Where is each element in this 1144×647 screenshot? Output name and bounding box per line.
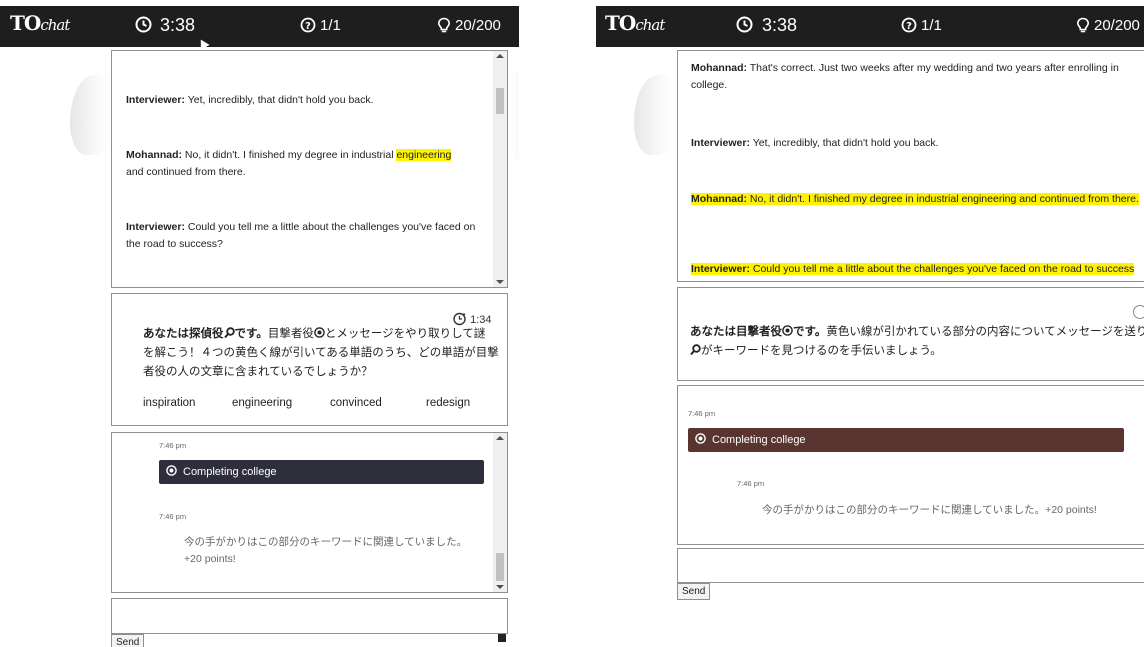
stopwatch-icon xyxy=(453,312,466,326)
transcript-message: Mohannad: No, it didn't. I finished my d… xyxy=(126,149,452,178)
silhouette-decoration xyxy=(508,72,519,162)
svg-text:?: ? xyxy=(906,21,912,32)
message-timestamp: 7:46 pm xyxy=(737,479,765,488)
message-timestamp: 7:46 pm xyxy=(159,512,187,521)
scroll-up-arrow[interactable] xyxy=(496,54,504,58)
chat-panel[interactable]: 7:46 pm Completing college 7:46 pm 今の手がか… xyxy=(111,432,508,593)
turn-counter: 1/1 xyxy=(320,17,341,34)
task-timer: 1:34 xyxy=(452,311,491,326)
eye-icon xyxy=(166,465,177,476)
question-icon: ? xyxy=(899,17,917,35)
timer-display: 3:38 xyxy=(762,15,798,35)
stopwatch-icon xyxy=(1133,305,1144,319)
message-timestamp: 7:46 pm xyxy=(159,441,187,450)
clue-message: Completing college xyxy=(159,460,484,484)
transcript-message: Interviewer: Could you tell me a little … xyxy=(691,263,1135,275)
send-button[interactable]: Send xyxy=(677,583,711,600)
question-icon: ? xyxy=(298,17,316,35)
resize-grip-icon[interactable] xyxy=(498,634,506,642)
transcript-message: Interviewer: Yet, incredibly, that didn'… xyxy=(691,137,939,149)
chat-scrollbar[interactable] xyxy=(493,433,507,592)
scroll-down-arrow[interactable] xyxy=(496,280,504,284)
system-reply: 今の手がかりはこの部分のキーワードに関連していました。+20 points! xyxy=(184,536,468,565)
scroll-thumb[interactable] xyxy=(496,88,504,114)
send-button[interactable]: Send xyxy=(111,634,145,647)
eye-icon xyxy=(782,325,793,336)
word-option[interactable]: engineering xyxy=(232,397,292,409)
magnifier-icon xyxy=(223,327,235,339)
clue-message: Completing college xyxy=(688,428,1124,452)
top-bar: TOchat 3:38 ? 1/1 20/200 xyxy=(596,6,1144,47)
word-option[interactable]: convinced xyxy=(330,397,382,409)
transcript-message: Mohannad: No, it didn't. I finished my d… xyxy=(691,193,1139,205)
silhouette-decoration xyxy=(634,75,674,155)
transcript-message: Mohannad: That's correct. Just two weeks… xyxy=(691,62,1119,91)
scroll-thumb[interactable] xyxy=(496,553,504,581)
task-panel: あなたは目撃者役 です。黄色い線が引かれている部分の内容についてメッセージを送り、… xyxy=(677,287,1144,381)
timer-display: 3:38 xyxy=(160,15,196,35)
message-timestamp: 7:46 pm xyxy=(688,409,716,418)
scroll-down-arrow[interactable] xyxy=(496,585,504,589)
eye-icon xyxy=(695,433,706,444)
word-option[interactable]: inspiration xyxy=(143,397,195,409)
silhouette-decoration xyxy=(70,75,110,155)
highlighted-keyword: engineering xyxy=(396,149,452,161)
app-logo: TOchat xyxy=(10,11,70,35)
mouse-cursor xyxy=(196,37,210,50)
system-reply: 今の手がかりはこの部分のキーワードに関連していました。+20 points! xyxy=(762,504,1097,516)
svg-text:?: ? xyxy=(305,21,311,32)
clock-icon xyxy=(736,15,753,36)
detective-view-panel: TOchat 3:38 ? 1/1 20/200 Interviewer: Ye… xyxy=(0,0,519,647)
task-panel: 1:34 あなたは探偵役 です。目撃者役 とメッセージをやり取りして謎 を解こう！４… xyxy=(111,293,508,426)
witness-view-panel: TOchat 3:38 ? 1/1 20/200 Mohannad: That'… xyxy=(596,0,1144,647)
message-input[interactable] xyxy=(111,598,508,634)
magnifier-icon xyxy=(690,344,701,356)
scroll-up-arrow[interactable] xyxy=(496,436,504,440)
eye-icon xyxy=(314,327,325,338)
lightbulb-icon xyxy=(1076,17,1090,35)
transcript-panel[interactable]: Mohannad: That's correct. Just two weeks… xyxy=(677,50,1144,282)
message-input[interactable] xyxy=(677,548,1144,583)
score-counter: 20/200 xyxy=(1094,17,1140,34)
clock-icon xyxy=(135,15,152,36)
score-counter: 20/200 xyxy=(455,17,501,34)
task-prompt: あなたは探偵役 です。目撃者役 とメッセージをやり取りして謎 を解こう！４つの黄色く… xyxy=(143,327,499,378)
transcript-message: Interviewer: Yet, incredibly, that didn'… xyxy=(126,94,374,106)
turn-counter: 1/1 xyxy=(921,17,942,34)
lightbulb-icon xyxy=(437,17,451,35)
chat-panel[interactable]: 7:46 pm Completing college 7:46 pm 今の手がか… xyxy=(677,385,1144,545)
top-bar: TOchat 3:38 ? 1/1 20/200 xyxy=(0,6,519,50)
transcript-message: Interviewer: Could you tell me a little … xyxy=(126,221,476,250)
transcript-panel[interactable]: Interviewer: Yet, incredibly, that didn'… xyxy=(111,50,508,288)
word-option[interactable]: redesign xyxy=(426,397,470,409)
task-prompt: あなたは目撃者役 です。黄色い線が引かれている部分の内容についてメッセージを送り、… xyxy=(690,325,1144,357)
app-logo: TOchat xyxy=(605,11,665,35)
transcript-scrollbar[interactable] xyxy=(493,51,507,287)
